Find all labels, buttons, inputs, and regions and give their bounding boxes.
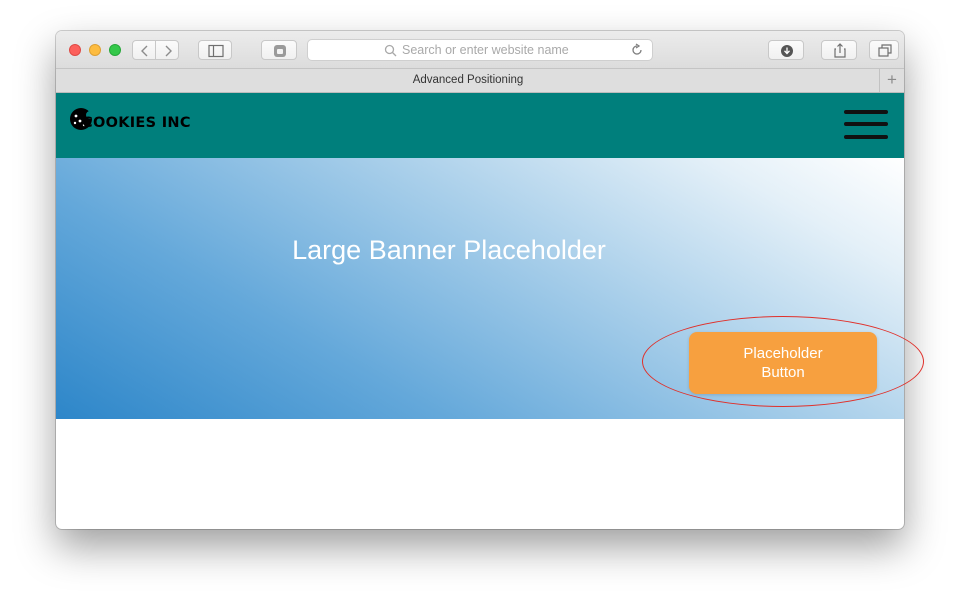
address-placeholder: Search or enter website name xyxy=(402,43,569,57)
site-logo-text[interactable]: COOKIES INC xyxy=(82,115,191,131)
menu-bar-icon xyxy=(844,110,888,114)
tab-advanced-positioning[interactable]: Advanced Positioning xyxy=(56,74,880,86)
browser-toolbar: Search or enter website name xyxy=(56,31,904,69)
zoom-window-button[interactable] xyxy=(109,44,121,56)
reload-icon[interactable] xyxy=(630,43,644,57)
chevron-left-icon xyxy=(141,45,148,57)
minimize-window-button[interactable] xyxy=(89,44,101,56)
share-button[interactable] xyxy=(821,40,857,60)
address-bar[interactable]: Search or enter website name xyxy=(307,39,653,61)
hero-banner: Large Banner Placeholder Placeholder But… xyxy=(56,158,904,419)
privacy-button[interactable] xyxy=(261,40,297,60)
sidebar-toggle-button[interactable] xyxy=(198,40,232,60)
show-tabs-button[interactable] xyxy=(869,40,899,60)
banner-title: Large Banner Placeholder xyxy=(292,235,606,265)
hamburger-menu-button[interactable] xyxy=(844,107,888,141)
browser-window: Search or enter website name Advanced Po… xyxy=(56,31,904,529)
tab-bar: Advanced Positioning + xyxy=(56,69,904,93)
chevron-right-icon xyxy=(165,45,172,57)
close-window-button[interactable] xyxy=(69,44,81,56)
placeholder-button[interactable]: Placeholder Button xyxy=(689,332,877,394)
menu-bar-icon xyxy=(844,122,888,126)
sidebar-icon xyxy=(208,44,224,58)
privacy-lock-icon xyxy=(274,45,286,57)
downloads-button[interactable] xyxy=(768,40,804,60)
tabs-overview-icon xyxy=(878,44,892,57)
download-icon xyxy=(781,45,793,57)
new-tab-button[interactable]: + xyxy=(879,69,904,92)
back-button[interactable] xyxy=(132,40,156,60)
menu-bar-icon xyxy=(844,135,888,139)
site-navbar: COOKIES INC xyxy=(56,93,904,158)
search-icon xyxy=(384,44,397,57)
share-icon xyxy=(834,43,846,58)
forward-button[interactable] xyxy=(155,40,179,60)
